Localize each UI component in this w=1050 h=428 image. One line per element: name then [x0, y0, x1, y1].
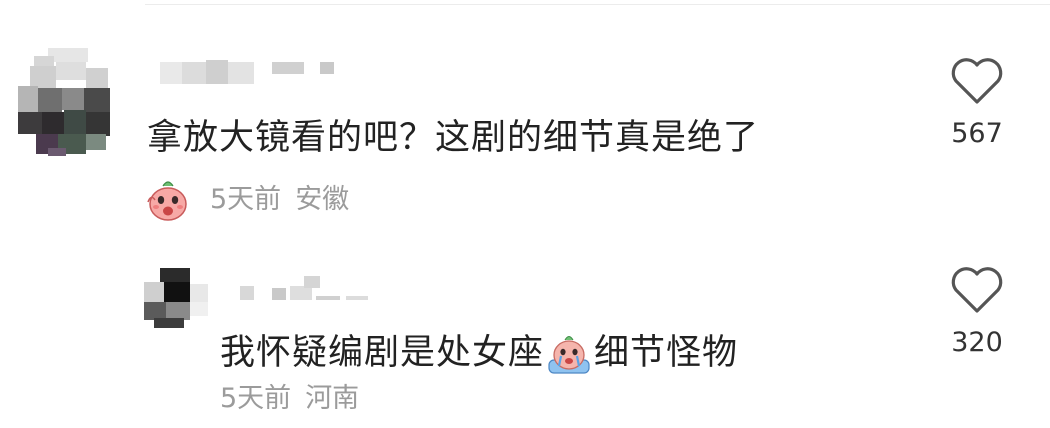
username[interactable]	[160, 58, 340, 88]
heart-icon	[951, 267, 1003, 313]
username[interactable]	[240, 276, 370, 302]
avatar[interactable]	[144, 268, 208, 328]
comment-meta: 5天前 安徽	[210, 186, 349, 213]
comment-text-part: 细节怪物	[594, 332, 739, 373]
like-button[interactable]: 320	[942, 265, 1012, 356]
comment-location: 安徽	[295, 184, 350, 215]
like-count: 567	[951, 118, 1003, 149]
heart-icon	[951, 58, 1003, 104]
comment-text-part: 我怀疑编剧是处女座	[220, 332, 545, 373]
like-count: 320	[951, 327, 1003, 358]
comment-time: 5天前	[210, 184, 282, 215]
comment-time: 5天前	[220, 383, 292, 414]
comment-location: 河南	[305, 383, 360, 414]
like-button[interactable]: 567	[942, 56, 1012, 147]
comment-text: 我怀疑编剧是处女座 细节怪物	[220, 330, 738, 376]
comment-text: 拿放大镜看的吧？这剧的细节真是绝了	[147, 118, 760, 158]
crying-peach-emoji-icon	[548, 335, 590, 374]
comment-meta: 5天前 河南	[220, 385, 359, 412]
divider	[145, 4, 1050, 5]
pink-face-badge-icon	[147, 181, 187, 221]
avatar[interactable]	[18, 48, 114, 156]
